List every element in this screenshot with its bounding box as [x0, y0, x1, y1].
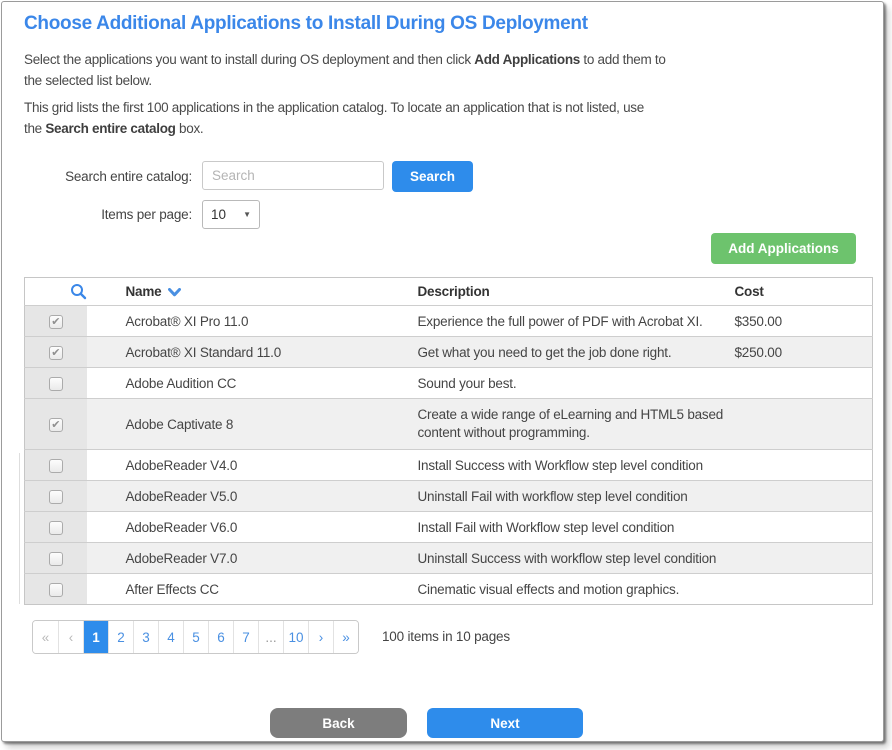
- row-checkbox-checked[interactable]: [49, 418, 63, 432]
- cell-app-name: Adobe Audition CC: [87, 368, 408, 399]
- row-checkbox-cell: [25, 512, 87, 543]
- cell-app-name: AdobeReader V5.0: [87, 481, 408, 512]
- add-applications-button[interactable]: Add Applications: [711, 233, 856, 264]
- table-row[interactable]: AdobeReader V6.0Install Fail with Workfl…: [25, 512, 873, 543]
- row-checkbox-cell: [25, 399, 87, 450]
- pager-page-button[interactable]: 7: [233, 621, 258, 653]
- table-row[interactable]: Adobe Audition CCSound your best.: [25, 368, 873, 399]
- intro-paragraph-1: Select the applications you want to inst…: [24, 49, 666, 91]
- intro-line: This grid lists the first 100 applicatio…: [24, 97, 644, 118]
- items-per-page-label: Items per page:: [2, 207, 192, 222]
- row-checkbox-checked[interactable]: [49, 346, 63, 360]
- pager-current-page: 1: [83, 621, 108, 653]
- cell-app-name: AdobeReader V4.0: [87, 450, 408, 481]
- table-row[interactable]: Acrobat® XI Pro 11.0Experience the full …: [25, 306, 873, 337]
- applications-table: Name Description Cost Acrobat® XI Pro 11…: [24, 277, 873, 605]
- pager-page-button[interactable]: 10: [283, 621, 308, 653]
- table-row[interactable]: After Effects CCCinematic visual effects…: [25, 574, 873, 605]
- intro-line: the selected list below.: [24, 70, 666, 91]
- items-per-page-value: 10: [211, 207, 226, 222]
- next-button[interactable]: Next: [427, 708, 583, 738]
- row-checkbox[interactable]: [49, 521, 63, 535]
- items-per-page-select[interactable]: 10 ▼: [202, 200, 260, 229]
- table-row[interactable]: Adobe Captivate 8Create a wide range of …: [25, 399, 873, 450]
- row-checkbox-cell: [25, 481, 87, 512]
- cell-app-name: AdobeReader V7.0: [87, 543, 408, 574]
- pager-nav-button[interactable]: ›: [308, 621, 333, 653]
- table-row[interactable]: AdobeReader V7.0Uninstall Success with w…: [25, 543, 873, 574]
- pager-page-button[interactable]: 3: [133, 621, 158, 653]
- row-checkbox[interactable]: [49, 459, 63, 473]
- cell-app-description: Sound your best.: [408, 368, 727, 399]
- row-checkbox-cell: [25, 574, 87, 605]
- intro-line: the Search entire catalog box.: [24, 118, 644, 139]
- pager-page-button[interactable]: 5: [183, 621, 208, 653]
- row-checkbox-cell: [25, 368, 87, 399]
- grid-scroll-edge: [19, 453, 20, 604]
- cell-app-cost: $350.00: [727, 306, 873, 337]
- cell-app-name: Adobe Captivate 8: [87, 399, 408, 450]
- cell-app-cost: [727, 450, 873, 481]
- row-checkbox-cell: [25, 450, 87, 481]
- table-row[interactable]: AdobeReader V5.0Uninstall Fail with work…: [25, 481, 873, 512]
- pager-nav-button[interactable]: »: [333, 621, 358, 653]
- column-header-cost[interactable]: Cost: [727, 278, 873, 306]
- cell-app-cost: [727, 481, 873, 512]
- cell-app-cost: $250.00: [727, 337, 873, 368]
- search-icon[interactable]: [70, 283, 87, 300]
- intro-line: Select the applications you want to inst…: [24, 49, 666, 70]
- search-input[interactable]: [202, 161, 384, 190]
- cell-app-cost: [727, 512, 873, 543]
- cell-app-description: Create a wide range of eLearning and HTM…: [408, 399, 727, 450]
- row-checkbox[interactable]: [49, 377, 63, 391]
- cell-app-description: Experience the full power of PDF with Ac…: [408, 306, 727, 337]
- pager-nav-button: «: [33, 621, 58, 653]
- column-header-description[interactable]: Description: [408, 278, 727, 306]
- row-checkbox-cell: [25, 337, 87, 368]
- search-button[interactable]: Search: [392, 161, 473, 192]
- cell-app-description: Install Success with Workflow step level…: [408, 450, 727, 481]
- back-button[interactable]: Back: [270, 708, 407, 738]
- cell-app-description: Uninstall Success with workflow step lev…: [408, 543, 727, 574]
- search-catalog-label: Search entire catalog:: [2, 169, 192, 184]
- cell-app-name: AdobeReader V6.0: [87, 512, 408, 543]
- cell-app-cost: [727, 543, 873, 574]
- pager-page-button[interactable]: 6: [208, 621, 233, 653]
- cell-app-name: After Effects CC: [87, 574, 408, 605]
- pager-page-button[interactable]: 4: [158, 621, 183, 653]
- row-checkbox[interactable]: [49, 583, 63, 597]
- pager-nav-button: ‹: [58, 621, 83, 653]
- row-checkbox[interactable]: [49, 552, 63, 566]
- pagination: «‹1234567...10›»: [32, 620, 359, 654]
- pagination-summary: 100 items in 10 pages: [382, 629, 510, 644]
- column-header-name-label: Name: [126, 284, 162, 299]
- cell-app-cost: [727, 574, 873, 605]
- cell-app-name: Acrobat® XI Pro 11.0: [87, 306, 408, 337]
- column-header-name[interactable]: Name: [87, 278, 408, 306]
- table-header-row: Name Description Cost: [25, 278, 873, 306]
- table-row[interactable]: Acrobat® XI Standard 11.0Get what you ne…: [25, 337, 873, 368]
- page-title: Choose Additional Applications to Instal…: [24, 13, 588, 35]
- cell-app-name: Acrobat® XI Standard 11.0: [87, 337, 408, 368]
- cell-app-description: Install Fail with Workflow step level co…: [408, 512, 727, 543]
- cell-app-description: Cinematic visual effects and motion grap…: [408, 574, 727, 605]
- pager-ellipsis: ...: [258, 621, 283, 653]
- intro-paragraph-2: This grid lists the first 100 applicatio…: [24, 97, 644, 139]
- row-checkbox-checked[interactable]: [49, 315, 63, 329]
- wizard-panel: Choose Additional Applications to Instal…: [1, 1, 884, 742]
- cell-app-description: Uninstall Fail with workflow step level …: [408, 481, 727, 512]
- cell-app-cost: [727, 368, 873, 399]
- row-checkbox-cell: [25, 306, 87, 337]
- table-row[interactable]: AdobeReader V4.0Install Success with Wor…: [25, 450, 873, 481]
- chevron-down-icon: ▼: [243, 210, 251, 219]
- cell-app-description: Get what you need to get the job done ri…: [408, 337, 727, 368]
- row-checkbox[interactable]: [49, 490, 63, 504]
- cell-app-cost: [727, 399, 873, 450]
- sort-descending-icon: [168, 288, 181, 297]
- row-checkbox-cell: [25, 543, 87, 574]
- pager-page-button[interactable]: 2: [108, 621, 133, 653]
